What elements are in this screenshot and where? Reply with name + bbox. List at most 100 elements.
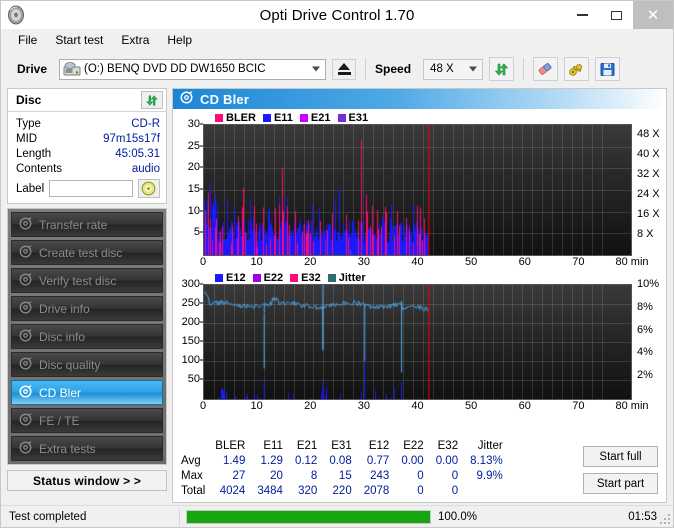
refresh-button[interactable] bbox=[489, 57, 515, 81]
y2-tick-label: 40 X bbox=[637, 148, 660, 160]
sidebar-item-disc-quality[interactable]: Disc quality bbox=[11, 352, 163, 377]
stats-cell: 2078 bbox=[363, 484, 390, 497]
main-body: Disc Type CD-R MID 97m15s17f Length 45:0… bbox=[1, 88, 673, 503]
disc-row-key: Contents bbox=[16, 162, 63, 175]
title-bar: Opti Drive Control 1.70 ✕ bbox=[1, 1, 673, 29]
x-tick-label: 50 bbox=[465, 400, 478, 412]
eject-icon bbox=[337, 63, 351, 75]
menu-item-extra[interactable]: Extra bbox=[112, 30, 158, 50]
stats-col-e12: E12 bbox=[368, 440, 390, 452]
maximize-icon bbox=[610, 10, 622, 20]
menu-item-help[interactable]: Help bbox=[158, 30, 201, 50]
refresh-icon bbox=[146, 94, 158, 106]
legend-label: E21 bbox=[310, 111, 331, 124]
stats-col-bler: BLER bbox=[215, 440, 246, 452]
nav-panel: Transfer rate Create test disc Verify te… bbox=[7, 208, 167, 465]
refresh-icon bbox=[494, 63, 509, 75]
x-tick-label: 80 min bbox=[615, 400, 649, 412]
minimize-button[interactable] bbox=[565, 1, 599, 29]
legend-swatch bbox=[327, 273, 336, 282]
sidebar-item-drive-info[interactable]: Drive info bbox=[11, 296, 163, 321]
disc-row-contents: Contents audio bbox=[16, 161, 160, 176]
speed-select[interactable]: 48 X bbox=[423, 58, 484, 80]
erase-button[interactable] bbox=[533, 57, 559, 81]
stats-cell: 3484 bbox=[257, 484, 283, 497]
toolbar-separator-1 bbox=[365, 58, 367, 80]
y-tick-label: 200 bbox=[181, 316, 200, 328]
legend-label: BLER bbox=[226, 111, 256, 124]
sidebar-item-cd-bler[interactable]: CD Bler bbox=[11, 380, 163, 405]
disc-refresh-button[interactable] bbox=[141, 91, 163, 109]
disc-label-button[interactable] bbox=[137, 179, 160, 198]
y-tick-label: 100 bbox=[181, 354, 200, 366]
panel-title: CD Bler bbox=[200, 91, 250, 107]
y-tick-label: 25 bbox=[187, 139, 200, 152]
save-icon bbox=[600, 62, 615, 76]
sidebar-item-fe-te[interactable]: FE / TE bbox=[11, 408, 163, 433]
sidebar-item-label: Verify test disc bbox=[39, 273, 117, 288]
x-tick-label: 40 bbox=[411, 400, 424, 412]
disc-row-value: CD-R bbox=[131, 117, 160, 130]
speed-label: Speed bbox=[375, 62, 412, 76]
disc-icon bbox=[19, 300, 32, 317]
sidebar-item-disc-info[interactable]: Disc info bbox=[11, 324, 163, 349]
chart2-x-axis: 0 10 20 30 40 50 60 70 80 min bbox=[199, 400, 649, 415]
resize-grip[interactable] bbox=[659, 513, 670, 524]
chart1-plot[interactable] bbox=[203, 124, 632, 256]
y-tick-label: 20 bbox=[187, 161, 200, 174]
menu-item-file[interactable]: File bbox=[9, 30, 46, 50]
left-sidebar: Disc Type CD-R MID 97m15s17f Length 45:0… bbox=[7, 88, 167, 503]
x-tick-label: 0 bbox=[199, 256, 207, 268]
window-controls: ✕ bbox=[565, 1, 673, 29]
progress-bar bbox=[186, 509, 431, 524]
legend-swatch bbox=[215, 273, 223, 282]
menu-bar: File Start test Extra Help bbox=[1, 29, 673, 51]
y2-tick-label: 8% bbox=[637, 300, 653, 313]
tools-button[interactable] bbox=[564, 57, 590, 81]
chart1-wrap: 5 10 15 20 25 30 8 X 16 X 24 X 32 X 40 X 48 X bbox=[177, 118, 662, 256]
status-window-button[interactable]: Status window > > bbox=[7, 470, 167, 491]
drive-select[interactable]: (O:) BENQ DVD DD DW1650 BCIC bbox=[59, 58, 327, 80]
disc-row-value: audio bbox=[131, 162, 160, 175]
stats-cell: 15 bbox=[338, 469, 352, 482]
legend-item-bler: BLER bbox=[215, 112, 256, 124]
legend-swatch bbox=[215, 113, 223, 122]
start-part-button[interactable]: Start part bbox=[583, 473, 658, 494]
legend-label: E11 bbox=[273, 111, 293, 124]
save-button[interactable] bbox=[595, 57, 621, 81]
charts-area: BLER E11 E21 E31 5 10 15 20 25 30 8 X 16 X 24 X… bbox=[173, 109, 666, 438]
disc-icon bbox=[19, 440, 32, 457]
x-tick-label: 0 bbox=[199, 400, 207, 412]
stats-col-jitter: Jitter bbox=[477, 440, 503, 452]
y2-tick-label: 4% bbox=[637, 346, 653, 359]
disc-panel-title: Disc bbox=[16, 93, 42, 107]
sidebar-item-transfer-rate[interactable]: Transfer rate bbox=[11, 212, 163, 237]
y2-tick-label: 24 X bbox=[637, 188, 660, 200]
disc-row-key: Type bbox=[16, 117, 41, 130]
stats-cell: 1.49 bbox=[222, 454, 246, 467]
chart2-plot[interactable] bbox=[203, 284, 632, 400]
chart1-legend: BLER E11 E21 E31 bbox=[215, 111, 662, 124]
close-button[interactable]: ✕ bbox=[633, 1, 673, 29]
menu-item-start-test[interactable]: Start test bbox=[46, 30, 112, 50]
disc-label-input[interactable] bbox=[49, 180, 134, 197]
sidebar-item-verify-test-disc[interactable]: Verify test disc bbox=[11, 268, 163, 293]
status-message: Test completed bbox=[9, 510, 87, 523]
legend-swatch bbox=[290, 273, 299, 282]
sidebar-item-create-test-disc[interactable]: Create test disc bbox=[11, 240, 163, 265]
maximize-button[interactable] bbox=[599, 1, 633, 29]
sidebar-item-extra-tests[interactable]: Extra tests bbox=[11, 436, 163, 461]
stats-cell: 0 bbox=[417, 484, 424, 497]
minimize-icon bbox=[576, 14, 588, 16]
y2-tick-label: 48 X bbox=[637, 128, 660, 140]
start-full-button[interactable]: Start full bbox=[583, 446, 658, 467]
chart2-canvas bbox=[204, 285, 602, 399]
stats-cell: 320 bbox=[298, 484, 318, 497]
stats-cell: 0 bbox=[451, 484, 459, 497]
eject-button[interactable] bbox=[332, 58, 357, 80]
sidebar-item-label: Transfer rate bbox=[39, 217, 108, 232]
stats-col-e11: E11 bbox=[263, 440, 283, 452]
chart2-legend: E12 E22 E32 Jitter bbox=[215, 271, 662, 284]
chart1-y-axis: 5 10 15 20 25 30 bbox=[177, 118, 203, 256]
legend-label: E12 bbox=[226, 271, 246, 284]
